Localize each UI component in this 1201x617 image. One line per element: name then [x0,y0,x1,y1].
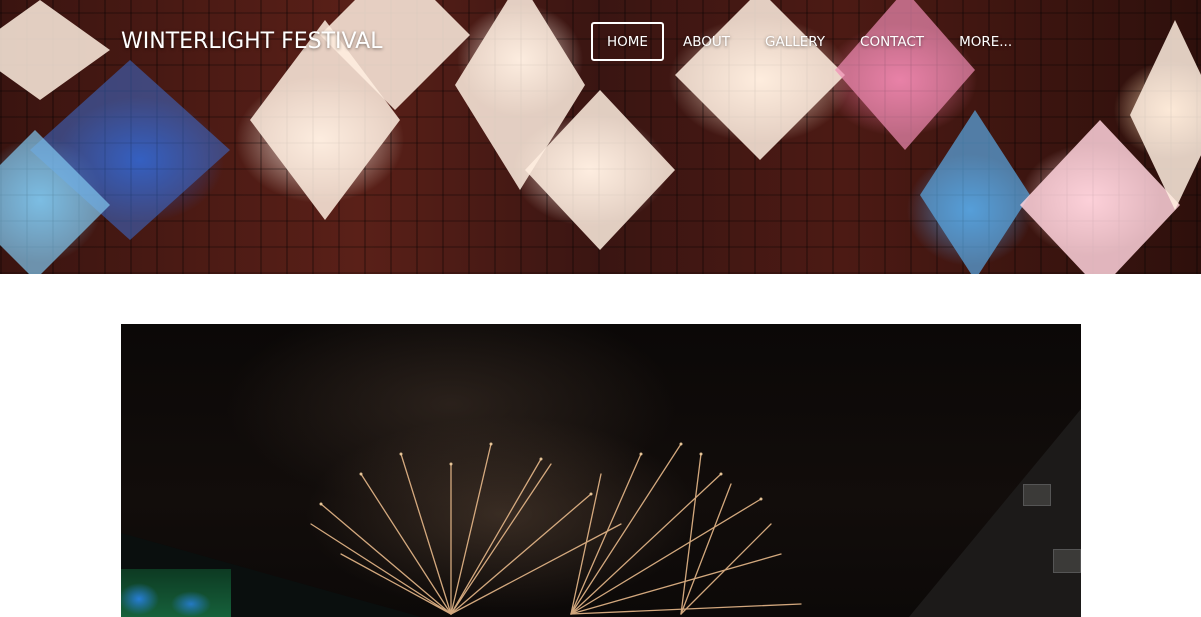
building-window [1023,484,1051,506]
nav-item-gallery[interactable]: GALLERY [749,22,841,61]
building-window [1053,549,1081,573]
main-nav: HOME ABOUT GALLERY CONTACT MORE... [591,22,1028,61]
fireworks-photo [121,324,1081,617]
fireworks-sparks [310,442,802,615]
site-title[interactable]: WINTERLIGHT FESTIVAL [121,29,383,54]
nav-item-contact[interactable]: CONTACT [844,22,940,61]
lit-windows [121,569,231,617]
nav-item-more[interactable]: MORE... [943,22,1028,61]
nav-item-about[interactable]: ABOUT [667,22,746,61]
header-banner: WINTERLIGHT FESTIVAL HOME ABOUT GALLERY … [0,0,1201,274]
nav-item-home[interactable]: HOME [591,22,664,61]
